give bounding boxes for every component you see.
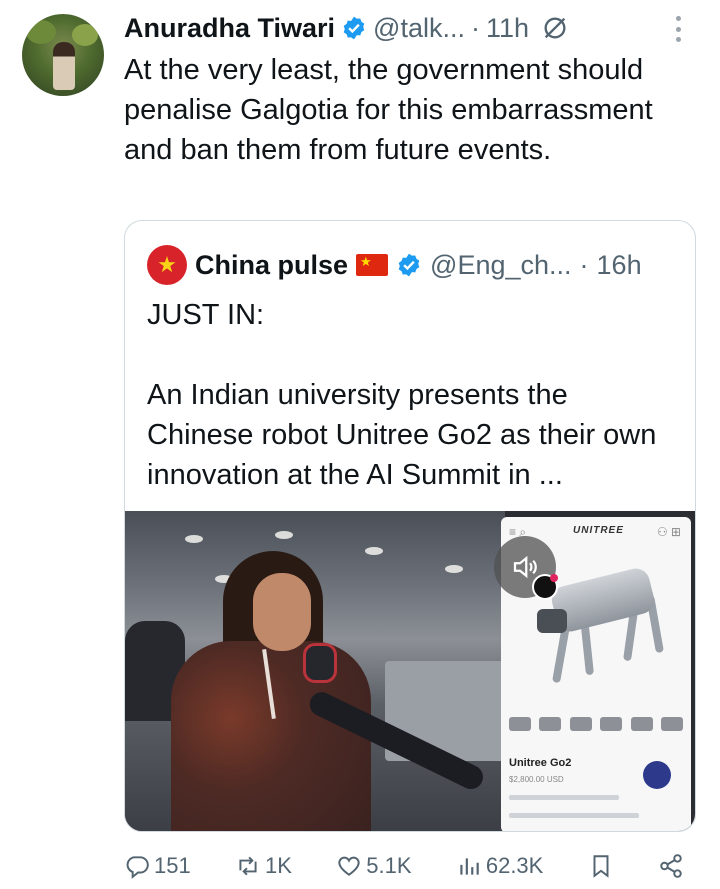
reply-count: 151	[154, 853, 191, 878]
chat-bubble-icon	[643, 761, 671, 789]
presenter-body	[171, 641, 371, 831]
reply-button[interactable]: 151	[124, 853, 191, 879]
ceiling-light	[185, 535, 203, 543]
repost-icon	[239, 856, 257, 876]
separator-dot: ·	[470, 12, 480, 43]
china-flag-icon: ★	[356, 254, 389, 276]
like-count: 5.1K	[366, 853, 412, 878]
quoted-tweet[interactable]: ★ China pulse ★ @Eng_ch... · 16h JUST IN…	[124, 220, 696, 832]
repost-count: 1K	[265, 853, 292, 878]
video-scene	[125, 511, 505, 831]
view-count: 62.3K	[485, 853, 544, 878]
tweet-text: At the very least, the government should…	[124, 54, 653, 166]
quoted-tweet-header: ★ China pulse ★ @Eng_ch... · 16h	[147, 245, 642, 285]
author-name[interactable]: Anuradha Tiwari	[124, 13, 335, 44]
robot-leg	[552, 624, 570, 684]
presenter-face	[253, 573, 311, 651]
quoted-tweet-video[interactable]: ≡ ⌕ UNITREE ⚇ ⊞ Unitree Go2 $2,800.00 US…	[125, 511, 695, 831]
grok-icon[interactable]	[541, 14, 569, 42]
ceiling-light	[445, 565, 463, 573]
share-icon	[660, 854, 682, 878]
like-button[interactable]: 5.1K	[336, 853, 412, 879]
separator-dot: ·	[579, 249, 589, 280]
ceiling-light	[275, 531, 293, 539]
quoted-author-avatar[interactable]: ★	[147, 245, 187, 285]
robot-head	[537, 609, 567, 633]
quoted-author-handle[interactable]: @Eng_ch...	[430, 250, 572, 281]
views-button[interactable]: 62.3K	[456, 853, 544, 879]
quoted-tweet-text: JUST IN: An Indian university presents t…	[147, 299, 657, 491]
share-button[interactable]	[658, 853, 684, 879]
author-handle[interactable]: @talk...	[373, 13, 465, 44]
views-icon	[460, 858, 479, 875]
product-detail-line	[509, 813, 639, 818]
reply-icon	[126, 856, 149, 879]
quoted-author-name[interactable]: China pulse	[195, 250, 348, 281]
author-avatar[interactable]	[22, 14, 104, 96]
ceiling-light	[365, 547, 383, 555]
like-icon	[338, 856, 360, 876]
quoted-tweet-time[interactable]: 16h	[597, 250, 642, 281]
tweet-time[interactable]: 11h	[486, 13, 529, 44]
video-badge	[532, 574, 558, 600]
more-options-icon[interactable]	[676, 16, 684, 42]
microphone	[303, 643, 337, 683]
bookmark-icon	[593, 855, 609, 878]
product-name: Unitree Go2	[509, 757, 572, 769]
product-price: $2,800.00 USD	[509, 775, 564, 784]
cart-icon: ⚇ ⊞	[656, 525, 681, 539]
repost-button[interactable]: 1K	[235, 853, 292, 879]
verified-badge-icon	[398, 253, 420, 277]
product-detail-line	[509, 795, 619, 800]
avatar-person	[53, 42, 75, 90]
verified-badge-icon	[343, 16, 365, 40]
tweet-header: Anuradha Tiwari @talk... · 11h	[124, 10, 569, 46]
action-bar: 151 1K 5.1K 62.3K	[124, 848, 684, 884]
avatar-foliage	[72, 24, 98, 46]
brand-logo: UNITREE	[573, 525, 624, 536]
bookmark-button[interactable]	[588, 853, 614, 879]
product-thumbnails	[509, 717, 683, 739]
avatar-foliage	[26, 20, 56, 44]
